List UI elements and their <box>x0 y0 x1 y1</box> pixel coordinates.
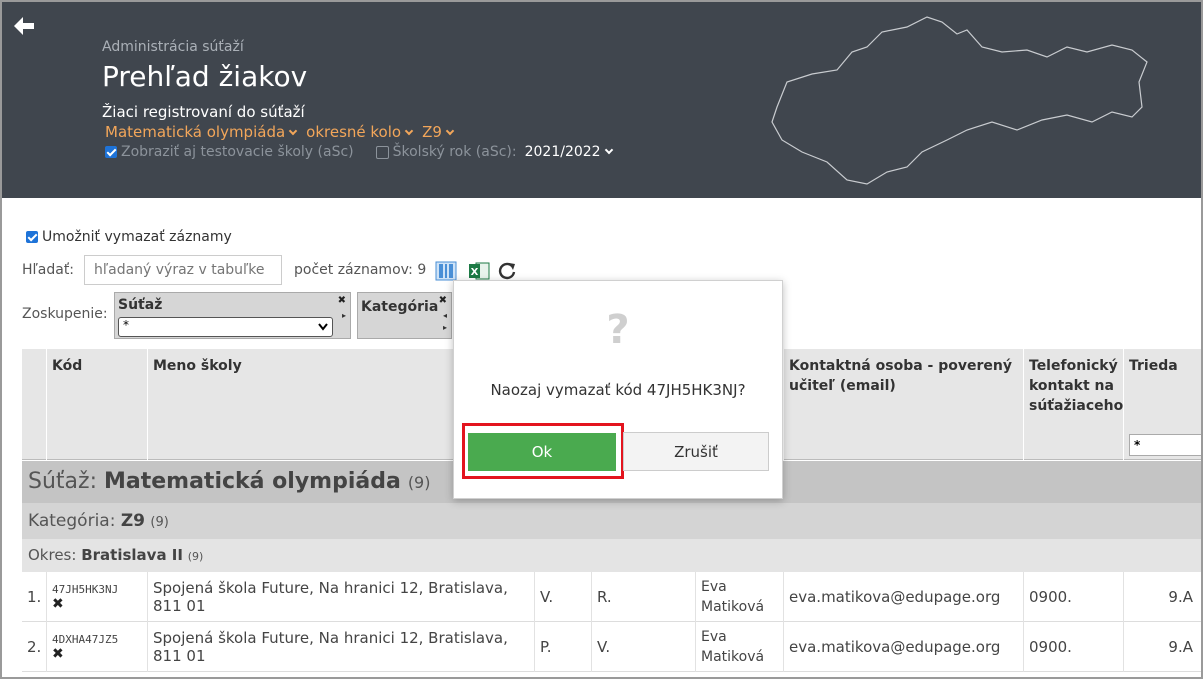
group-category[interactable]: Kategória ✖ ◂ ▸ <box>357 292 452 339</box>
table-row[interactable]: 1. 47JH5HK3NJ ✖ Spojená škola Future, Na… <box>22 572 1201 622</box>
row-phone: 0900. <box>1023 572 1123 622</box>
delete-icon[interactable]: ✖ <box>52 596 64 612</box>
ok-button[interactable]: Ok <box>468 433 616 471</box>
svg-text:X: X <box>471 267 479 278</box>
page-header: Administrácia súťaží Prehľad žiakov Žiac… <box>2 2 1201 198</box>
calendar-icon <box>375 145 389 159</box>
delete-icon[interactable]: ✖ <box>52 646 64 662</box>
confirm-delete-dialog: ? Naozaj vymazať kód 47JH5HK3NJ? Ok Zruš… <box>453 280 783 499</box>
group-row-count: (9) <box>187 550 204 563</box>
class-filter-input[interactable]: * <box>1129 434 1201 456</box>
page-subtitle: Administrácia súťaží <box>102 39 244 55</box>
row-teacher-first: Eva <box>701 579 727 595</box>
slovakia-map-icon <box>771 16 1148 185</box>
chevron-down-icon <box>404 126 414 136</box>
group-row-count: (9) <box>407 473 431 492</box>
row-code-cell: 4DXHA47JZ5 ✖ <box>46 622 147 672</box>
row-teacher-last: Matiková <box>701 599 765 615</box>
table-row[interactable]: 2. 4DXHA47JZ5 ✖ Spojená škola Future, Na… <box>22 622 1201 672</box>
th-contact[interactable]: Kontaktná osoba - poverený učiteľ (email… <box>783 349 1023 460</box>
show-test-schools-checkbox[interactable] <box>105 146 117 158</box>
group-row-label: Kategória: <box>28 511 116 531</box>
group-row-count: (9) <box>150 515 169 530</box>
header-options: Zobraziť aj testovacie školy (aSc) Škols… <box>105 144 613 160</box>
row-code: 4DXHA47JZ5 <box>52 632 119 646</box>
arrow-right-icon[interactable]: ▸ <box>443 323 447 332</box>
chevron-down-icon <box>445 126 455 136</box>
group-competition-value: * <box>123 318 129 332</box>
group-category-label: Kategória <box>361 299 439 315</box>
row-last-name: V. <box>591 622 695 672</box>
close-icon[interactable]: ✖ <box>439 295 447 306</box>
group-row-label: Súťaž: <box>28 469 97 494</box>
search-input[interactable] <box>84 255 282 285</box>
close-icon[interactable]: ✖ <box>338 295 346 306</box>
row-first-name: V. <box>534 572 591 622</box>
row-class: 9.A <box>1123 572 1201 622</box>
th-code[interactable]: Kód <box>46 349 147 460</box>
th-class[interactable]: Trieda * <box>1123 349 1201 460</box>
school-year-label: Školský rok (aSc): <box>392 144 517 160</box>
show-test-schools-label: Zobraziť aj testovacie školy (aSc) <box>121 144 354 160</box>
chevron-down-icon <box>318 323 328 331</box>
competition-filter-label: Matematická olympiáda <box>105 123 286 141</box>
group-row-value: Bratislava II <box>81 546 183 564</box>
row-teacher-last: Matiková <box>701 649 765 665</box>
round-filter-label: okresné kolo <box>306 123 402 141</box>
cancel-button[interactable]: Zrušiť <box>623 432 769 471</box>
row-school: Spojená škola Future, Na hranici 12, Bra… <box>147 622 534 672</box>
school-year-select[interactable]: 2021/2022 <box>524 144 613 160</box>
grouping-label: Zoskupenie: <box>22 306 108 322</box>
round-filter[interactable]: okresné kolo <box>306 123 414 141</box>
row-class: 9.A <box>1123 622 1201 672</box>
allow-delete-option: Umožniť vymazať záznamy <box>26 229 232 245</box>
row-last-name: R. <box>591 572 695 622</box>
th-class-label: Trieda <box>1129 358 1178 374</box>
row-code: 47JH5HK3NJ <box>52 582 119 596</box>
search-label: Hľadať: <box>22 262 75 278</box>
filter-bar: Matematická olympiáda okresné kolo Z9 <box>105 123 455 141</box>
refresh-icon[interactable] <box>497 261 517 281</box>
group-row-label: Okres: <box>28 546 77 564</box>
group-competition-label: Súťaž <box>118 297 163 313</box>
chevron-down-icon <box>604 145 613 155</box>
allow-delete-label: Umožniť vymazať záznamy <box>42 229 232 245</box>
arrow-right-icon[interactable]: ▸ <box>342 311 346 320</box>
row-teacher: Eva Matiková <box>695 622 783 672</box>
th-number <box>22 349 46 460</box>
arrow-left-icon[interactable] <box>12 14 36 38</box>
chevron-down-icon <box>288 126 298 136</box>
row-phone: 0900. <box>1023 622 1123 672</box>
row-first-name: P. <box>534 622 591 672</box>
school-year-value: 2021/2022 <box>524 144 601 160</box>
th-phone[interactable]: Telefonický kontakt na súťažiaceho <box>1023 349 1123 460</box>
page-description: Žiaci registrovaní do súťaží <box>102 103 305 121</box>
question-mark-icon: ? <box>606 307 630 353</box>
row-teacher-first: Eva <box>701 629 727 645</box>
group-row-value: Z9 <box>120 511 146 531</box>
allow-delete-checkbox[interactable] <box>26 231 38 243</box>
dialog-message: Naozaj vymazať kód 47JH5HK3NJ? <box>490 381 746 399</box>
excel-icon[interactable]: X <box>468 261 490 281</box>
columns-icon[interactable] <box>435 261 457 281</box>
app-window: Administrácia súťaží Prehľad žiakov Žiac… <box>0 0 1203 679</box>
arrow-left-icon[interactable]: ◂ <box>443 311 447 320</box>
record-count: počet záznamov: 9 <box>294 262 427 278</box>
category-filter-label: Z9 <box>422 123 442 141</box>
row-number: 2. <box>27 638 42 656</box>
row-email: eva.matikova@edupage.org <box>783 622 1023 672</box>
row-number: 1. <box>27 588 42 606</box>
group-competition-select[interactable]: * <box>118 317 333 337</box>
competition-filter[interactable]: Matematická olympiáda <box>105 123 298 141</box>
category-filter[interactable]: Z9 <box>422 123 455 141</box>
row-email: eva.matikova@edupage.org <box>783 572 1023 622</box>
group-row-district[interactable]: Okres: Bratislava II (9) <box>22 539 1201 572</box>
row-school: Spojená škola Future, Na hranici 12, Bra… <box>147 572 534 622</box>
group-row-category[interactable]: Kategória: Z9 (9) <box>22 503 1201 539</box>
group-row-value: Matematická olympiáda <box>103 469 401 494</box>
row-teacher: Eva Matiková <box>695 572 783 622</box>
row-code-cell: 47JH5HK3NJ ✖ <box>46 572 147 622</box>
page-title: Prehľad žiakov <box>102 60 308 93</box>
group-competition[interactable]: Súťaž ✖ ▸ * <box>114 292 351 339</box>
